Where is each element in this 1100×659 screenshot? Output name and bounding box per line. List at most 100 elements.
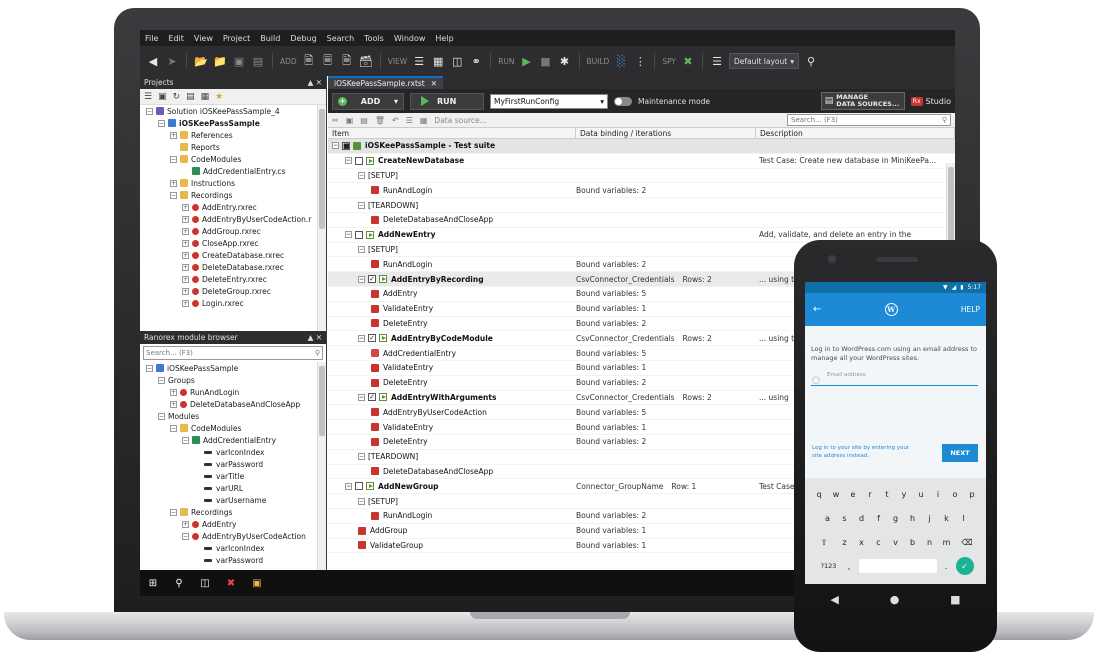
key-f[interactable]: f (871, 509, 886, 527)
collapse-toggle-icon[interactable]: − (358, 497, 365, 505)
help-button[interactable]: HELP (961, 305, 980, 314)
manage-data-sources-button[interactable]: ▤ MANAGE DATA SOURCES... (820, 92, 905, 110)
cell-item[interactable]: − ✓ AddEntryByRecording (328, 272, 576, 286)
menu-item-debug[interactable]: Debug (290, 34, 316, 43)
collapse-toggle-icon[interactable]: − (182, 436, 189, 444)
key-h[interactable]: h (905, 509, 920, 527)
new-solution-icon[interactable]: 📂 (194, 54, 208, 68)
collapse-toggle-icon[interactable]: − (358, 201, 365, 209)
collapse-toggle-icon[interactable]: − (146, 107, 153, 115)
save-icon[interactable]: ▣ (232, 54, 246, 68)
menu-item-help[interactable]: Help (435, 34, 453, 43)
cell-binding[interactable]: Bound variables: 1 (576, 524, 756, 538)
back-icon[interactable]: ◀ (146, 54, 160, 68)
collapse-toggle-icon[interactable]: − (332, 142, 339, 150)
key-j[interactable]: j (922, 509, 937, 527)
cell-binding[interactable]: Bound variables: 1 (576, 420, 756, 434)
table-row[interactable]: RunAndLogin Bound variables: 2 (328, 183, 955, 199)
expand-toggle-icon[interactable]: + (182, 275, 189, 283)
refresh-icon[interactable]: ↻ (173, 92, 181, 102)
collapse-toggle-icon[interactable]: − (170, 191, 177, 199)
task-view-icon[interactable]: ◫ (199, 577, 211, 589)
cell-item[interactable]: − CreateNewDatabase (328, 154, 576, 168)
cell-binding[interactable]: Bound variables: 5 (576, 287, 756, 301)
build-icon[interactable]: ░ (614, 54, 628, 68)
collapse-toggle-icon[interactable]: − (358, 334, 365, 342)
cell-binding[interactable] (576, 228, 756, 242)
tree-item[interactable]: varTitle (142, 470, 326, 482)
expand-toggle-icon[interactable]: + (182, 251, 189, 259)
enable-checkbox[interactable]: ■ (342, 141, 350, 150)
nav-home-icon[interactable]: ● (890, 593, 900, 606)
backspace-key-icon[interactable]: ⌫ (956, 533, 978, 551)
search-icon[interactable]: ⚲ (315, 349, 320, 357)
collapse-toggle-icon[interactable]: − (358, 393, 365, 401)
back-arrow-icon[interactable]: ← (813, 304, 821, 315)
enable-checkbox[interactable] (355, 156, 363, 165)
add-file-icon[interactable]: 🗎 (302, 54, 316, 68)
enable-checkbox[interactable] (355, 230, 363, 239)
cell-binding[interactable]: Bound variables: 1 (576, 539, 756, 553)
menu-item-build[interactable]: Build (260, 34, 280, 43)
table-row[interactable]: − CreateNewDatabase Test Case: Create new … (328, 154, 955, 169)
tree-item[interactable]: varURL (142, 482, 326, 494)
add-module-icon[interactable]: 🗎 (340, 54, 354, 68)
paste-icon[interactable]: ▤ (360, 116, 368, 125)
expand-toggle-icon[interactable]: + (182, 203, 189, 211)
module-scroll-thumb[interactable] (319, 366, 325, 436)
key-m[interactable]: m (939, 533, 954, 551)
grid-scroll-thumb[interactable] (948, 167, 954, 247)
tree-item[interactable]: − Modules (142, 410, 326, 422)
tree-item[interactable]: varPassword (142, 458, 326, 470)
view-link-icon[interactable]: ⚭ (469, 54, 483, 68)
key-g[interactable]: g (888, 509, 903, 527)
collapse-toggle-icon[interactable]: − (170, 508, 177, 516)
cell-description[interactable] (756, 213, 955, 227)
projects-scrollbar[interactable] (317, 105, 326, 331)
collapse-toggle-icon[interactable]: − (146, 364, 153, 372)
document-tab[interactable]: iOSKeePassSample.rxtst ✕ (328, 76, 444, 89)
tree-item[interactable]: + Login.rxrec (142, 297, 326, 309)
enter-key-icon[interactable]: ✓ (955, 557, 974, 575)
expand-toggle-icon[interactable]: + (182, 299, 189, 307)
windows-start-icon[interactable]: ⊞ (147, 577, 159, 589)
projects-scroll-thumb[interactable] (319, 109, 325, 229)
shift-key-icon[interactable]: ⇧ (813, 533, 835, 551)
copy-icon[interactable]: ▣ (346, 116, 354, 125)
collapse-toggle-icon[interactable]: − (358, 245, 365, 253)
close-icon[interactable]: ✕ (431, 79, 437, 88)
expand-toggle-icon[interactable]: + (182, 287, 189, 295)
cell-description[interactable]: Test Case: Create new database in MiniKe… (756, 154, 955, 168)
column-header-item[interactable]: Item (328, 128, 576, 138)
open-icon[interactable]: 📁 (213, 54, 227, 68)
settings-sliders-icon[interactable]: ☰ (710, 54, 724, 68)
comma-key[interactable]: , (842, 557, 857, 575)
ranorex-taskbar-icon[interactable]: ✖ (225, 577, 237, 589)
nav-back-icon[interactable]: ◀ (830, 593, 838, 606)
collapse-toggle-icon[interactable]: − (345, 231, 352, 239)
data-source-label[interactable]: Data source... (434, 116, 486, 125)
add-folder-icon[interactable]: ★ (215, 92, 223, 102)
cell-binding[interactable]: Bound variables: 2 (576, 435, 756, 449)
tree-item[interactable]: + DeleteEntry.rxrec (142, 273, 326, 285)
tree-item[interactable]: + References (142, 129, 326, 141)
key-q[interactable]: q (812, 485, 827, 503)
tree-item[interactable]: − Recordings (142, 506, 326, 518)
sort-icon[interactable]: ▦ (201, 92, 210, 102)
menu-item-project[interactable]: Project (223, 34, 250, 43)
key-p[interactable]: p (965, 485, 980, 503)
cell-binding[interactable]: Connector_GroupName Row: 1 (576, 479, 756, 493)
cell-binding[interactable]: Bound variables: 1 (576, 302, 756, 316)
collapse-toggle-icon[interactable]: − (345, 482, 352, 490)
pin-icon[interactable]: ▲ ✕ (308, 333, 322, 342)
module-scrollbar[interactable] (317, 362, 326, 582)
dot-key[interactable]: . (939, 557, 954, 575)
collapse-toggle-icon[interactable]: − (358, 275, 365, 283)
menu-item-search[interactable]: Search (327, 34, 354, 43)
tree-item[interactable]: + AddGroup.rxrec (142, 225, 326, 237)
cell-item[interactable]: − [SETUP] (328, 243, 576, 257)
collapse-toggle-icon[interactable]: − (358, 453, 365, 461)
key-s[interactable]: s (837, 509, 852, 527)
show-files-icon[interactable]: ▣ (158, 92, 167, 102)
cell-binding[interactable]: Bound variables: 2 (576, 183, 756, 197)
